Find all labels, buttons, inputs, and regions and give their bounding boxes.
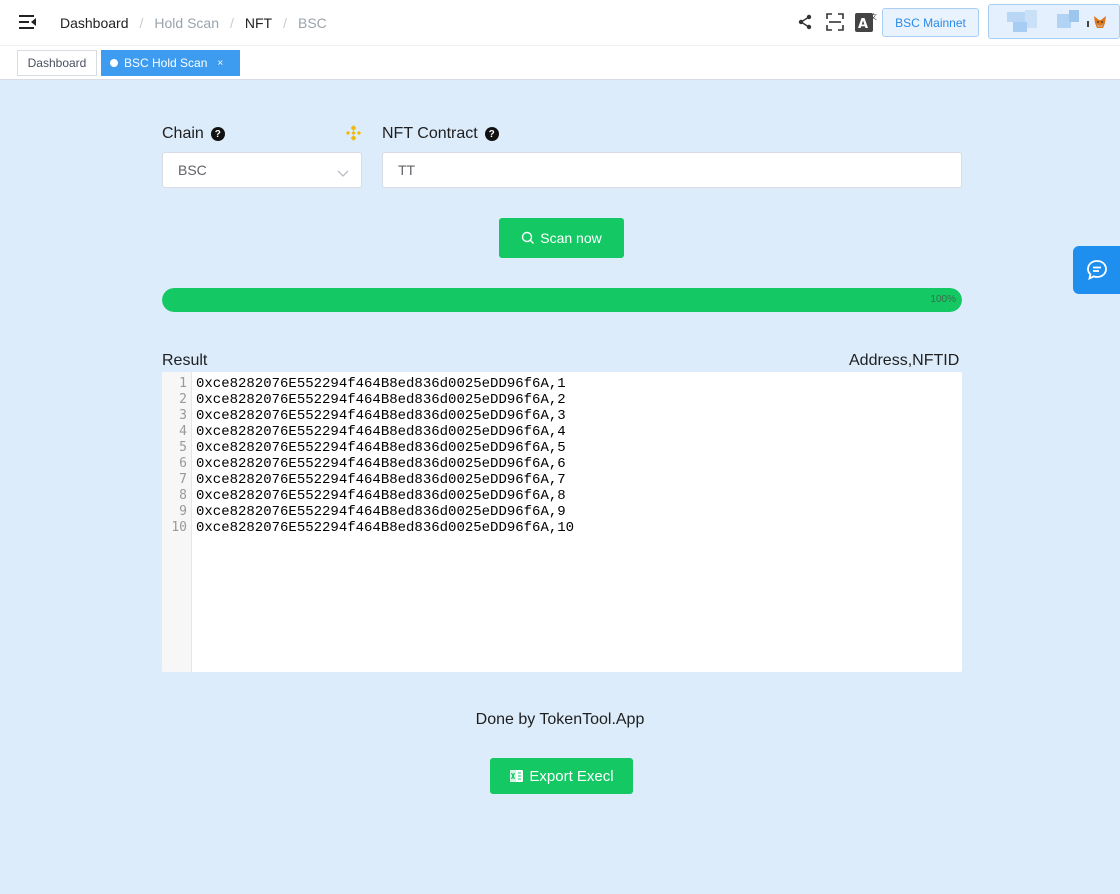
tabs-bar: Dashboard BSC Hold Scan × xyxy=(0,46,1120,80)
chevron-down-icon xyxy=(337,165,349,181)
result-editor[interactable]: 1 2 3 4 5 6 7 8 9 10 0xce8282076E552294f464B8ed83… xyxy=(162,372,962,672)
line-number: 6 xyxy=(179,456,187,471)
result-title: Result xyxy=(162,352,208,369)
result-line[interactable]: 0xce8282076E552294f464B8ed836d0025eDD96f… xyxy=(196,504,574,520)
active-dot-icon xyxy=(110,59,118,67)
breadcrumb-separator: / xyxy=(139,15,144,31)
share-icon[interactable] xyxy=(794,11,816,33)
result-line[interactable]: 0xce8282076E552294f464B8ed836d0025eDD96f… xyxy=(196,408,574,424)
line-number: 7 xyxy=(179,472,187,487)
tab-label: BSC Hold Scan xyxy=(124,56,208,70)
tab-dashboard[interactable]: Dashboard xyxy=(17,50,97,76)
fullscreen-icon[interactable] xyxy=(824,11,846,33)
breadcrumb-item-hold-scan[interactable]: Hold Scan xyxy=(154,15,219,31)
breadcrumb-item-bsc: BSC xyxy=(297,15,327,31)
breadcrumb-separator: / xyxy=(229,15,234,31)
chat-button[interactable] xyxy=(1073,246,1120,294)
result-line[interactable]: 0xce8282076E552294f464B8ed836d0025eDD96f… xyxy=(196,440,574,456)
breadcrumb-item-nft[interactable]: NFT xyxy=(245,15,272,31)
breadcrumb-item-dashboard[interactable]: Dashboard xyxy=(60,15,129,31)
breadcrumb-separator: / xyxy=(283,15,287,31)
line-number-gutter: 1 2 3 4 5 6 7 8 9 10 xyxy=(162,372,192,672)
help-icon[interactable]: ? xyxy=(484,127,499,141)
line-number: 5 xyxy=(179,440,187,455)
search-icon xyxy=(521,231,535,245)
result-format-hint: Address,NFTID xyxy=(849,352,959,370)
breadcrumb: Dashboard / Hold Scan / NFT / BSC xyxy=(60,13,327,33)
chain-label: Chain ? xyxy=(162,125,225,143)
metamask-fox-icon xyxy=(1093,15,1107,29)
result-line[interactable]: 0xce8282076E552294f464B8ed836d0025eDD96f… xyxy=(196,424,574,440)
chat-bubble-icon xyxy=(1085,258,1109,282)
top-header: Dashboard / Hold Scan / NFT / BSC A 文 BS… xyxy=(0,0,1120,46)
scan-now-button[interactable]: Scan now xyxy=(499,218,624,258)
result-line[interactable]: 0xce8282076E552294f464B8ed836d0025eDD96f… xyxy=(196,520,574,536)
nft-contract-input[interactable] xyxy=(382,152,962,188)
result-line[interactable]: 0xce8282076E552294f464B8ed836d0025eDD96f… xyxy=(196,392,574,408)
scan-progress-bar: 100% xyxy=(162,288,962,312)
nft-contract-label-text: NFT Contract xyxy=(382,125,478,142)
progress-fill xyxy=(162,288,962,312)
binance-logo-icon xyxy=(345,125,362,142)
line-number: 10 xyxy=(171,520,187,535)
line-number: 8 xyxy=(179,488,187,503)
close-icon[interactable]: × xyxy=(217,58,223,69)
svg-text:文: 文 xyxy=(870,12,877,21)
export-excel-button[interactable]: Export Execl xyxy=(490,758,633,794)
network-button[interactable]: BSC Mainnet xyxy=(882,8,979,37)
chain-select[interactable]: BSC xyxy=(162,152,362,188)
line-number: 9 xyxy=(179,504,187,519)
result-line[interactable]: 0xce8282076E552294f464B8ed836d0025eDD96f… xyxy=(196,456,574,472)
line-number: 4 xyxy=(179,424,187,439)
translate-icon[interactable]: A 文 xyxy=(855,11,877,33)
excel-icon xyxy=(509,769,524,783)
svg-text:A: A xyxy=(858,17,868,32)
line-number: 1 xyxy=(179,376,187,391)
line-number: 3 xyxy=(179,408,187,423)
progress-percent: 100% xyxy=(930,294,956,305)
result-code[interactable]: 0xce8282076E552294f464B8ed836d0025eDD96f… xyxy=(196,372,574,536)
export-excel-label: Export Execl xyxy=(529,767,614,785)
footer-credit: Done by TokenTool.App xyxy=(475,711,645,728)
line-number: 2 xyxy=(179,392,187,407)
wallet-connect-button[interactable] xyxy=(988,4,1120,39)
chain-label-text: Chain xyxy=(162,125,204,142)
result-line[interactable]: 0xce8282076E552294f464B8ed836d0025eDD96f… xyxy=(196,488,574,504)
result-line[interactable]: 0xce8282076E552294f464B8ed836d0025eDD96f… xyxy=(196,472,574,488)
nft-contract-label: NFT Contract ? xyxy=(382,125,499,143)
scan-now-label: Scan now xyxy=(540,230,602,246)
chain-select-value: BSC xyxy=(178,162,207,178)
result-line[interactable]: 0xce8282076E552294f464B8ed836d0025eDD96f… xyxy=(196,376,574,392)
help-icon[interactable]: ? xyxy=(210,127,225,141)
result-label: Result xyxy=(162,352,207,370)
menu-fold-icon[interactable] xyxy=(18,13,38,31)
tab-bsc-hold-scan[interactable]: BSC Hold Scan × xyxy=(101,50,240,76)
result-format-text: Address,NFTID xyxy=(849,352,960,369)
